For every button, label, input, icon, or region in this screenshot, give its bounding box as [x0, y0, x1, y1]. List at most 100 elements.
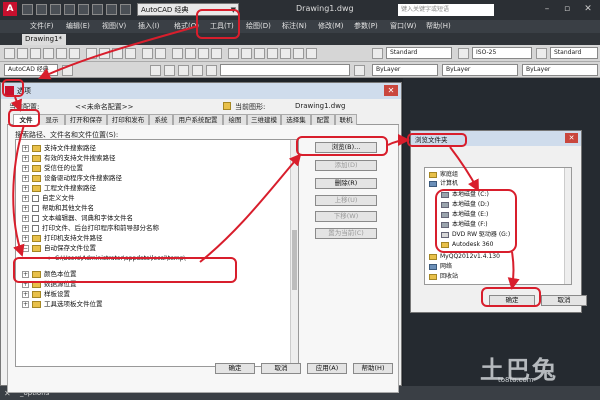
redo-icon[interactable]	[106, 4, 117, 15]
folder-item[interactable]: 本地磁盘 (C:)	[425, 190, 563, 199]
collapse-minus-icon[interactable]: −	[22, 244, 29, 252]
set-current-button[interactable]: 置为当前(C)	[315, 228, 377, 239]
menu-help[interactable]: 帮助(H)	[426, 20, 451, 33]
calculator-icon[interactable]	[293, 48, 304, 59]
folder-item[interactable]: MyQQ2012v1.4.130	[425, 252, 563, 261]
new-file-icon[interactable]	[22, 4, 33, 15]
move-down-button[interactable]: 下移(W)	[315, 211, 377, 222]
menu-modify[interactable]: 修改(M)	[318, 20, 344, 33]
make-current-icon[interactable]	[354, 65, 365, 76]
tab-online[interactable]: 联机	[335, 114, 357, 125]
close-icon[interactable]: ✕	[579, 3, 597, 16]
sheet-set-icon[interactable]	[267, 48, 278, 59]
tree-item[interactable]: + 帮助和其他文件名	[16, 204, 286, 214]
expand-plus-icon[interactable]: +	[22, 300, 29, 308]
zoom-previous-icon[interactable]	[211, 48, 222, 59]
menu-parametric[interactable]: 参数(P)	[354, 20, 378, 33]
autosave-path-item[interactable]: ➜ C:\Users\Administrator\appdata\local\te…	[16, 254, 286, 264]
tree-item[interactable]: + 数据源位置	[16, 280, 286, 290]
folder-item[interactable]: 本地磁盘 (F:)	[425, 220, 563, 229]
folder-tree-scrollbar[interactable]	[564, 168, 571, 284]
copy-icon[interactable]	[99, 48, 110, 59]
tree-item[interactable]: + 支持文件搜索路径	[16, 144, 286, 154]
tab-display[interactable]: 显示	[39, 114, 65, 125]
menu-window[interactable]: 窗口(W)	[390, 20, 416, 33]
tree-item[interactable]: + 工程文件搜索路径	[16, 184, 286, 194]
cut-icon[interactable]	[86, 48, 97, 59]
redo-icon[interactable]	[155, 48, 166, 59]
folder-item[interactable]: 本地磁盘 (E:)	[425, 210, 563, 219]
tool-palettes-icon[interactable]	[254, 48, 265, 59]
sun-icon[interactable]	[192, 65, 203, 76]
menu-edit[interactable]: 编辑(E)	[66, 20, 90, 33]
expand-plus-icon[interactable]: +	[22, 184, 29, 192]
add-button[interactable]: 添加(D)	[315, 160, 377, 171]
tree-item[interactable]: + 打印文件、后台打印程序和前导部分名称	[16, 224, 286, 234]
print-icon[interactable]	[43, 48, 54, 59]
menu-view[interactable]: 视图(V)	[102, 20, 126, 33]
file-paths-tree[interactable]: + 支持文件搜索路径 + 有效的支持文件搜索路径 + 受信任的位置 + 设备驱动程序文件…	[15, 139, 299, 367]
workspace-select[interactable]: AutoCAD 经典	[4, 64, 58, 76]
expand-plus-icon[interactable]: +	[22, 174, 29, 182]
expand-plus-icon[interactable]: +	[22, 214, 29, 222]
bulb-icon[interactable]	[178, 65, 189, 76]
help-button[interactable]: 帮助(H)	[353, 363, 393, 374]
text-style-select[interactable]: Standard	[386, 47, 452, 59]
browse-button[interactable]: 浏览(B)...	[315, 142, 377, 153]
workspace-switcher[interactable]: AutoCAD 经典 ▼	[137, 3, 239, 16]
tree-item[interactable]: + 文本编辑器、词典和字体文件名	[16, 214, 286, 224]
browse-ok-button[interactable]: 确定	[489, 295, 535, 306]
tree-item[interactable]: + 自定义文件	[16, 194, 286, 204]
folder-item[interactable]: 网络	[425, 262, 563, 271]
undo-icon[interactable]	[92, 4, 103, 15]
expand-plus-icon[interactable]: +	[22, 290, 29, 298]
tree-item[interactable]: + 颜色本位置	[16, 270, 286, 280]
save-icon[interactable]	[50, 4, 61, 15]
linetype-select[interactable]: ByLayer	[442, 64, 518, 76]
cancel-button[interactable]: 取消	[261, 363, 301, 374]
minimize-icon[interactable]: –	[538, 3, 556, 16]
autocad-logo[interactable]: A	[3, 2, 17, 16]
tab-plot-publish[interactable]: 打印和发布	[107, 114, 149, 125]
tree-scrollbar[interactable]	[290, 140, 298, 366]
expand-plus-icon[interactable]: +	[22, 234, 29, 242]
markup-icon[interactable]	[280, 48, 291, 59]
properties-icon[interactable]	[228, 48, 239, 59]
open-icon[interactable]	[17, 48, 28, 59]
workspace-gear-icon[interactable]	[120, 4, 131, 15]
layer-manager-icon[interactable]	[150, 65, 161, 76]
table-style-select[interactable]: Standard	[550, 47, 598, 59]
tab-profiles[interactable]: 配置	[311, 114, 335, 125]
pan-icon[interactable]	[172, 48, 183, 59]
folder-item[interactable]: 本地磁盘 (D:)	[425, 200, 563, 209]
tab-user-preferences[interactable]: 用户系统配置	[173, 114, 223, 125]
menu-format[interactable]: 格式(O)	[174, 20, 199, 33]
save-as-icon[interactable]	[64, 4, 75, 15]
close-icon[interactable]: ✕	[384, 85, 398, 96]
help-search-input[interactable]: 键入关键字或短语	[398, 4, 494, 16]
expand-plus-icon[interactable]: +	[22, 280, 29, 288]
remove-button[interactable]: 删除(R)	[315, 178, 377, 189]
zoom-realtime-icon[interactable]	[185, 48, 196, 59]
lock-icon[interactable]	[206, 65, 217, 76]
print-icon[interactable]	[78, 4, 89, 15]
folder-item[interactable]: 回收站	[425, 272, 563, 281]
tree-item[interactable]: + 设备驱动程序文件搜索路径	[16, 174, 286, 184]
layer-state-icon[interactable]	[164, 65, 175, 76]
save-icon[interactable]	[30, 48, 41, 59]
menu-file[interactable]: 文件(F)	[30, 20, 54, 33]
scroll-thumb[interactable]	[292, 230, 297, 290]
folder-item[interactable]: 计算机	[425, 179, 563, 188]
tab-drafting[interactable]: 绘图	[223, 114, 247, 125]
expand-plus-icon[interactable]: +	[22, 270, 29, 278]
design-center-icon[interactable]	[241, 48, 252, 59]
document-tab[interactable]: Drawing1*	[22, 34, 66, 45]
tree-item[interactable]: + 打印机支持文件路径	[16, 234, 286, 244]
match-properties-icon[interactable]	[125, 48, 136, 59]
folder-item[interactable]: Autodesk 360	[425, 240, 563, 249]
workspace-settings-icon[interactable]	[62, 65, 73, 76]
lineweight-select[interactable]: ByLayer	[522, 64, 598, 76]
browse-title-bar[interactable]: 浏览文件夹 ✕	[411, 131, 581, 146]
layer-select[interactable]	[220, 64, 350, 76]
open-file-icon[interactable]	[36, 4, 47, 15]
